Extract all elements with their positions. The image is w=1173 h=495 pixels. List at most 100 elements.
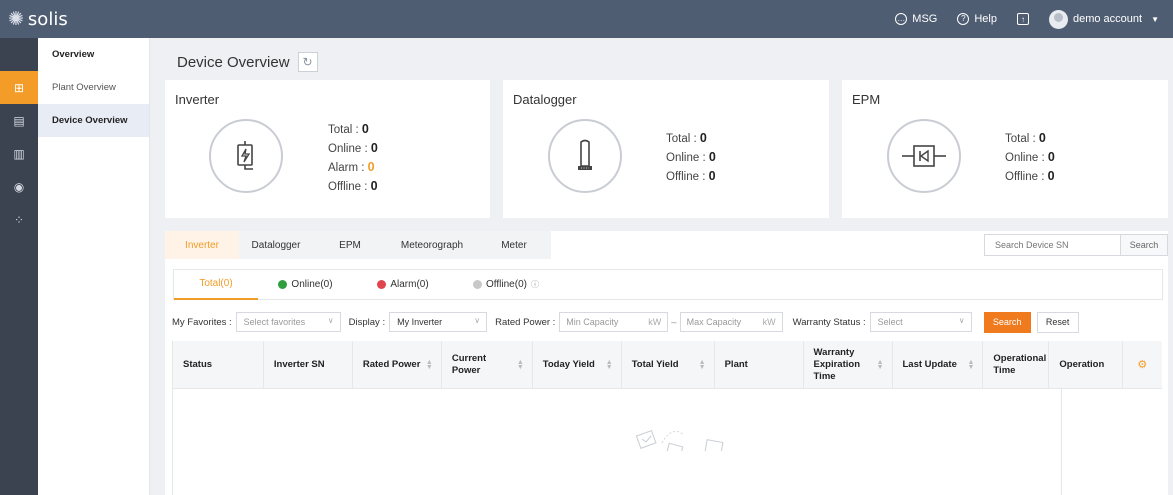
sort-icon[interactable]: ▲ ▼ [517, 359, 524, 371]
search-sn-button[interactable]: Search [1121, 234, 1168, 256]
col-plant: Plant [715, 341, 804, 388]
subtab-label: Total(0) [199, 278, 233, 289]
subtab-online[interactable]: Online(0) [258, 270, 353, 300]
tab-meteorograph[interactable]: Meteorograph [387, 231, 477, 259]
sort-icon[interactable]: ▲ ▼ [967, 359, 974, 371]
subtab-alarm[interactable]: Alarm(0) [353, 270, 453, 300]
rated-power-label: Rated Power : [495, 316, 556, 328]
filter-search-button[interactable]: Search [983, 311, 1031, 333]
subtab-offline[interactable]: Offline(0) ⓘ [453, 270, 559, 300]
rail-device[interactable]: ▤ [0, 104, 38, 137]
col-rated-power[interactable]: Rated Power ▲ ▼ [353, 341, 442, 388]
stat-total: Total : 0 [666, 131, 707, 145]
stat-total: Total : 0 [328, 122, 369, 136]
filter-reset-button[interactable]: Reset [1036, 311, 1079, 333]
device-icon: ▤ [13, 113, 25, 128]
offline-dot [473, 280, 483, 289]
inverter-icon [237, 141, 253, 170]
main-content: Device Overview ↻ Inverter Total : 0 Onl… [150, 38, 1173, 495]
stat-total: Total : 0 [1005, 131, 1046, 145]
message-icon: … [895, 13, 908, 25]
chevron-down-icon: ∨ [474, 316, 481, 325]
col-warranty-expiration[interactable]: Warranty Expiration Time ▲ ▼ [804, 341, 893, 388]
col-last-update[interactable]: Last Update ▲ ▼ [893, 341, 984, 388]
col-operational-time: Operational Time [983, 341, 1050, 388]
range-dash: – [671, 316, 677, 328]
chart-icon: ▥ [13, 146, 25, 161]
epm-card: EPM Total : 0 Online : 0 Offline : 0 [842, 80, 1168, 218]
tab-meter[interactable]: Meter [477, 231, 551, 259]
account-name: demo account [1072, 13, 1143, 25]
card-title: Datalogger [513, 92, 577, 107]
stat-online: Online : 0 [1005, 150, 1055, 164]
stat-offline: Offline : 0 [1005, 169, 1055, 183]
subtab-total[interactable]: Total(0) [174, 270, 258, 300]
filter-bar: My Favorites : Select favorites ∨ Displa… [172, 311, 1162, 333]
subtab-label: Online(0) [291, 279, 333, 290]
card-title: EPM [852, 92, 881, 107]
rail-chart[interactable]: ▥ [0, 137, 38, 170]
col-inverter-sn: Inverter SN [264, 341, 353, 388]
inverter-stats: Total : 0 Online : 0 Alarm : 0 Offline :… [328, 120, 378, 196]
icon-rail: ⊞ ▤ ▥ ◉ ⁘ [0, 38, 38, 495]
sort-icon[interactable]: ▲ ▼ [426, 359, 433, 371]
warranty-status-select[interactable]: Select ∨ [869, 312, 972, 332]
sort-icon[interactable]: ▲ ▼ [606, 359, 613, 371]
min-capacity-input[interactable]: Min Capacity kW [559, 312, 669, 332]
sort-icon[interactable]: ▲ ▼ [699, 359, 706, 371]
max-capacity-input[interactable]: Max Capacity kW [679, 312, 783, 332]
eye-icon: ◉ [13, 179, 25, 194]
device-list-panel: Inverter Datalogger EPM Meteorograph Met… [165, 231, 1168, 495]
account-menu[interactable]: demo account ▼ [1048, 9, 1159, 29]
sun-logo-icon: ✺ [8, 8, 24, 30]
export-icon: ↑ [1016, 13, 1029, 25]
tab-inverter[interactable]: Inverter [165, 231, 239, 259]
rail-view[interactable]: ◉ [0, 170, 38, 203]
col-total-yield[interactable]: Total Yield ▲ ▼ [622, 341, 715, 388]
info-icon[interactable]: ⓘ [531, 279, 539, 290]
brand-logo[interactable]: ✺ solis [0, 8, 68, 30]
online-dot [278, 280, 288, 289]
stat-alarm: Alarm : 0 [328, 160, 375, 174]
datalogger-stats: Total : 0 Online : 0 Offline : 0 [666, 129, 716, 186]
warranty-status-label: Warranty Status : [792, 316, 866, 328]
refresh-icon: ↻ [302, 55, 313, 69]
subtab-label: Alarm(0) [390, 279, 429, 290]
stat-online: Online : 0 [666, 150, 716, 164]
help-button[interactable]: ? Help [957, 13, 997, 25]
epm-icon-ring [887, 119, 961, 193]
alarm-dot [377, 280, 387, 289]
tab-epm[interactable]: EPM [313, 231, 387, 259]
datalogger-card: Datalogger Total : 0 Online : 0 Offline … [503, 80, 829, 218]
col-operation: Operation [1049, 341, 1123, 388]
help-icon: ? [957, 13, 970, 25]
rail-plant[interactable]: ⊞ [0, 71, 38, 104]
rail-apps[interactable]: ⁘ [0, 203, 38, 236]
gear-icon: ⚙ [1137, 358, 1148, 371]
sidebar-item-overview[interactable]: Overview [38, 38, 149, 71]
col-today-yield[interactable]: Today Yield ▲ ▼ [533, 341, 622, 388]
favorites-label: My Favorites : [172, 316, 232, 328]
col-status: Status [173, 341, 264, 388]
datalogger-icon-ring [548, 119, 622, 193]
msg-label: MSG [912, 13, 938, 25]
col-current-power[interactable]: Current Power ▲ ▼ [442, 341, 533, 388]
export-button[interactable]: ↑ [1016, 13, 1029, 25]
card-title: Inverter [175, 92, 220, 107]
subtab-label: Offline(0) [486, 279, 527, 290]
display-label: Display : [348, 316, 386, 328]
sort-icon[interactable]: ▲ ▼ [877, 359, 884, 371]
display-select[interactable]: My Inverter ∨ [389, 312, 488, 332]
brand-name: solis [27, 8, 68, 30]
sidebar-item-plant-overview[interactable]: Plant Overview [38, 71, 149, 104]
tab-datalogger[interactable]: Datalogger [239, 231, 313, 259]
inverter-icon-ring [209, 119, 283, 193]
favorites-select[interactable]: Select favorites ∨ [235, 312, 341, 332]
sidebar-item-device-overview[interactable]: Device Overview [38, 104, 149, 137]
stat-online: Online : 0 [328, 141, 378, 155]
column-settings[interactable]: ⚙ [1123, 341, 1162, 388]
inverter-card: Inverter Total : 0 Online : 0 Alarm : 0 … [165, 80, 490, 218]
search-device-sn-input[interactable] [984, 234, 1121, 256]
msg-button[interactable]: … MSG [895, 13, 937, 25]
refresh-button[interactable]: ↻ [297, 52, 318, 72]
